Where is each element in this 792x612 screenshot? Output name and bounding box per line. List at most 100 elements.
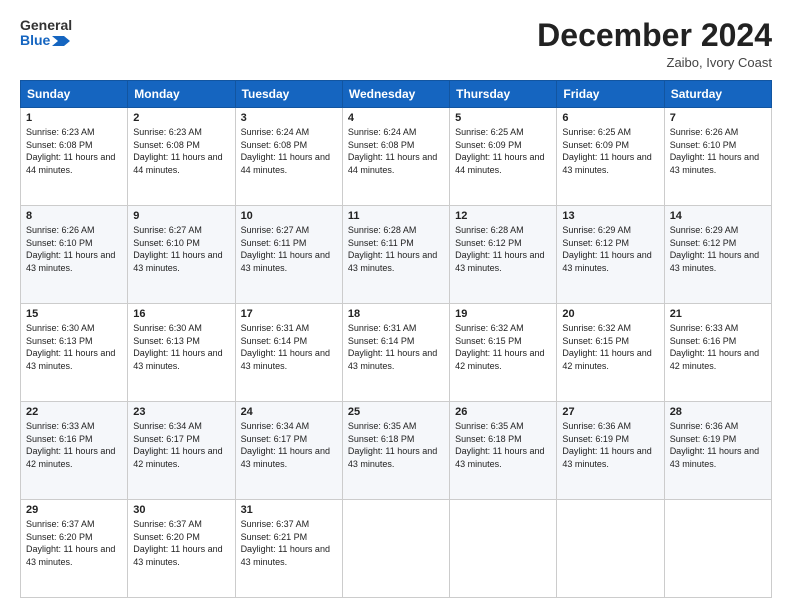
table-cell: 14 Sunrise: 6:29 AMSunset: 6:12 PMDaylig… xyxy=(664,206,771,304)
calendar-week-2: 8 Sunrise: 6:26 AMSunset: 6:10 PMDayligh… xyxy=(21,206,772,304)
table-cell: 15 Sunrise: 6:30 AMSunset: 6:13 PMDaylig… xyxy=(21,304,128,402)
cell-info: Sunrise: 6:28 AMSunset: 6:12 PMDaylight:… xyxy=(455,225,544,273)
calendar-week-4: 22 Sunrise: 6:33 AMSunset: 6:16 PMDaylig… xyxy=(21,402,772,500)
table-cell: 21 Sunrise: 6:33 AMSunset: 6:16 PMDaylig… xyxy=(664,304,771,402)
logo: General Blue xyxy=(20,18,72,49)
col-friday: Friday xyxy=(557,81,664,108)
day-number: 20 xyxy=(562,308,658,320)
table-cell: 2 Sunrise: 6:23 AMSunset: 6:08 PMDayligh… xyxy=(128,108,235,206)
table-cell: 12 Sunrise: 6:28 AMSunset: 6:12 PMDaylig… xyxy=(450,206,557,304)
table-cell: 7 Sunrise: 6:26 AMSunset: 6:10 PMDayligh… xyxy=(664,108,771,206)
table-cell: 19 Sunrise: 6:32 AMSunset: 6:15 PMDaylig… xyxy=(450,304,557,402)
cell-info: Sunrise: 6:26 AMSunset: 6:10 PMDaylight:… xyxy=(670,127,759,175)
table-cell: 11 Sunrise: 6:28 AMSunset: 6:11 PMDaylig… xyxy=(342,206,449,304)
table-cell: 31 Sunrise: 6:37 AMSunset: 6:21 PMDaylig… xyxy=(235,500,342,598)
table-cell xyxy=(557,500,664,598)
col-sunday: Sunday xyxy=(21,81,128,108)
day-number: 9 xyxy=(133,210,229,222)
col-wednesday: Wednesday xyxy=(342,81,449,108)
col-thursday: Thursday xyxy=(450,81,557,108)
logo-blue: Blue xyxy=(20,33,72,48)
title-block: December 2024 Zaibo, Ivory Coast xyxy=(537,18,772,70)
day-number: 5 xyxy=(455,112,551,124)
cell-info: Sunrise: 6:33 AMSunset: 6:16 PMDaylight:… xyxy=(26,421,115,469)
cell-info: Sunrise: 6:29 AMSunset: 6:12 PMDaylight:… xyxy=(562,225,651,273)
day-number: 23 xyxy=(133,406,229,418)
location: Zaibo, Ivory Coast xyxy=(537,55,772,70)
day-number: 22 xyxy=(26,406,122,418)
cell-info: Sunrise: 6:24 AMSunset: 6:08 PMDaylight:… xyxy=(348,127,437,175)
logo-general: General xyxy=(20,18,72,33)
day-number: 27 xyxy=(562,406,658,418)
table-cell: 29 Sunrise: 6:37 AMSunset: 6:20 PMDaylig… xyxy=(21,500,128,598)
table-cell: 16 Sunrise: 6:30 AMSunset: 6:13 PMDaylig… xyxy=(128,304,235,402)
logo-arrow-icon xyxy=(52,34,70,48)
cell-info: Sunrise: 6:32 AMSunset: 6:15 PMDaylight:… xyxy=(562,323,651,371)
cell-info: Sunrise: 6:23 AMSunset: 6:08 PMDaylight:… xyxy=(26,127,115,175)
cell-info: Sunrise: 6:27 AMSunset: 6:11 PMDaylight:… xyxy=(241,225,330,273)
cell-info: Sunrise: 6:35 AMSunset: 6:18 PMDaylight:… xyxy=(348,421,437,469)
cell-info: Sunrise: 6:37 AMSunset: 6:21 PMDaylight:… xyxy=(241,519,330,567)
day-number: 25 xyxy=(348,406,444,418)
day-number: 11 xyxy=(348,210,444,222)
day-number: 21 xyxy=(670,308,766,320)
col-tuesday: Tuesday xyxy=(235,81,342,108)
cell-info: Sunrise: 6:25 AMSunset: 6:09 PMDaylight:… xyxy=(455,127,544,175)
cell-info: Sunrise: 6:26 AMSunset: 6:10 PMDaylight:… xyxy=(26,225,115,273)
cell-info: Sunrise: 6:31 AMSunset: 6:14 PMDaylight:… xyxy=(241,323,330,371)
cell-info: Sunrise: 6:32 AMSunset: 6:15 PMDaylight:… xyxy=(455,323,544,371)
day-number: 3 xyxy=(241,112,337,124)
table-cell: 25 Sunrise: 6:35 AMSunset: 6:18 PMDaylig… xyxy=(342,402,449,500)
table-cell: 8 Sunrise: 6:26 AMSunset: 6:10 PMDayligh… xyxy=(21,206,128,304)
day-number: 24 xyxy=(241,406,337,418)
cell-info: Sunrise: 6:36 AMSunset: 6:19 PMDaylight:… xyxy=(670,421,759,469)
cell-info: Sunrise: 6:37 AMSunset: 6:20 PMDaylight:… xyxy=(133,519,222,567)
table-cell: 30 Sunrise: 6:37 AMSunset: 6:20 PMDaylig… xyxy=(128,500,235,598)
table-cell: 27 Sunrise: 6:36 AMSunset: 6:19 PMDaylig… xyxy=(557,402,664,500)
table-cell: 3 Sunrise: 6:24 AMSunset: 6:08 PMDayligh… xyxy=(235,108,342,206)
calendar-week-5: 29 Sunrise: 6:37 AMSunset: 6:20 PMDaylig… xyxy=(21,500,772,598)
header: General Blue December 2024 Zaibo, Ivory … xyxy=(20,18,772,70)
table-cell: 23 Sunrise: 6:34 AMSunset: 6:17 PMDaylig… xyxy=(128,402,235,500)
day-number: 14 xyxy=(670,210,766,222)
day-number: 7 xyxy=(670,112,766,124)
table-cell xyxy=(342,500,449,598)
cell-info: Sunrise: 6:34 AMSunset: 6:17 PMDaylight:… xyxy=(241,421,330,469)
day-number: 1 xyxy=(26,112,122,124)
cell-info: Sunrise: 6:37 AMSunset: 6:20 PMDaylight:… xyxy=(26,519,115,567)
day-number: 29 xyxy=(26,504,122,516)
cell-info: Sunrise: 6:27 AMSunset: 6:10 PMDaylight:… xyxy=(133,225,222,273)
day-number: 15 xyxy=(26,308,122,320)
day-number: 31 xyxy=(241,504,337,516)
day-number: 8 xyxy=(26,210,122,222)
day-number: 30 xyxy=(133,504,229,516)
table-cell xyxy=(450,500,557,598)
table-cell: 4 Sunrise: 6:24 AMSunset: 6:08 PMDayligh… xyxy=(342,108,449,206)
table-cell: 5 Sunrise: 6:25 AMSunset: 6:09 PMDayligh… xyxy=(450,108,557,206)
day-number: 19 xyxy=(455,308,551,320)
day-number: 4 xyxy=(348,112,444,124)
calendar-week-3: 15 Sunrise: 6:30 AMSunset: 6:13 PMDaylig… xyxy=(21,304,772,402)
cell-info: Sunrise: 6:30 AMSunset: 6:13 PMDaylight:… xyxy=(133,323,222,371)
day-number: 18 xyxy=(348,308,444,320)
cell-info: Sunrise: 6:30 AMSunset: 6:13 PMDaylight:… xyxy=(26,323,115,371)
day-number: 13 xyxy=(562,210,658,222)
day-number: 28 xyxy=(670,406,766,418)
table-cell: 10 Sunrise: 6:27 AMSunset: 6:11 PMDaylig… xyxy=(235,206,342,304)
table-cell: 18 Sunrise: 6:31 AMSunset: 6:14 PMDaylig… xyxy=(342,304,449,402)
day-number: 10 xyxy=(241,210,337,222)
calendar-table: Sunday Monday Tuesday Wednesday Thursday… xyxy=(20,80,772,598)
table-cell: 13 Sunrise: 6:29 AMSunset: 6:12 PMDaylig… xyxy=(557,206,664,304)
day-number: 6 xyxy=(562,112,658,124)
table-cell: 6 Sunrise: 6:25 AMSunset: 6:09 PMDayligh… xyxy=(557,108,664,206)
table-cell xyxy=(664,500,771,598)
table-cell: 24 Sunrise: 6:34 AMSunset: 6:17 PMDaylig… xyxy=(235,402,342,500)
day-number: 2 xyxy=(133,112,229,124)
cell-info: Sunrise: 6:35 AMSunset: 6:18 PMDaylight:… xyxy=(455,421,544,469)
cell-info: Sunrise: 6:36 AMSunset: 6:19 PMDaylight:… xyxy=(562,421,651,469)
cell-info: Sunrise: 6:28 AMSunset: 6:11 PMDaylight:… xyxy=(348,225,437,273)
day-number: 26 xyxy=(455,406,551,418)
table-cell: 28 Sunrise: 6:36 AMSunset: 6:19 PMDaylig… xyxy=(664,402,771,500)
table-cell: 22 Sunrise: 6:33 AMSunset: 6:16 PMDaylig… xyxy=(21,402,128,500)
cell-info: Sunrise: 6:29 AMSunset: 6:12 PMDaylight:… xyxy=(670,225,759,273)
